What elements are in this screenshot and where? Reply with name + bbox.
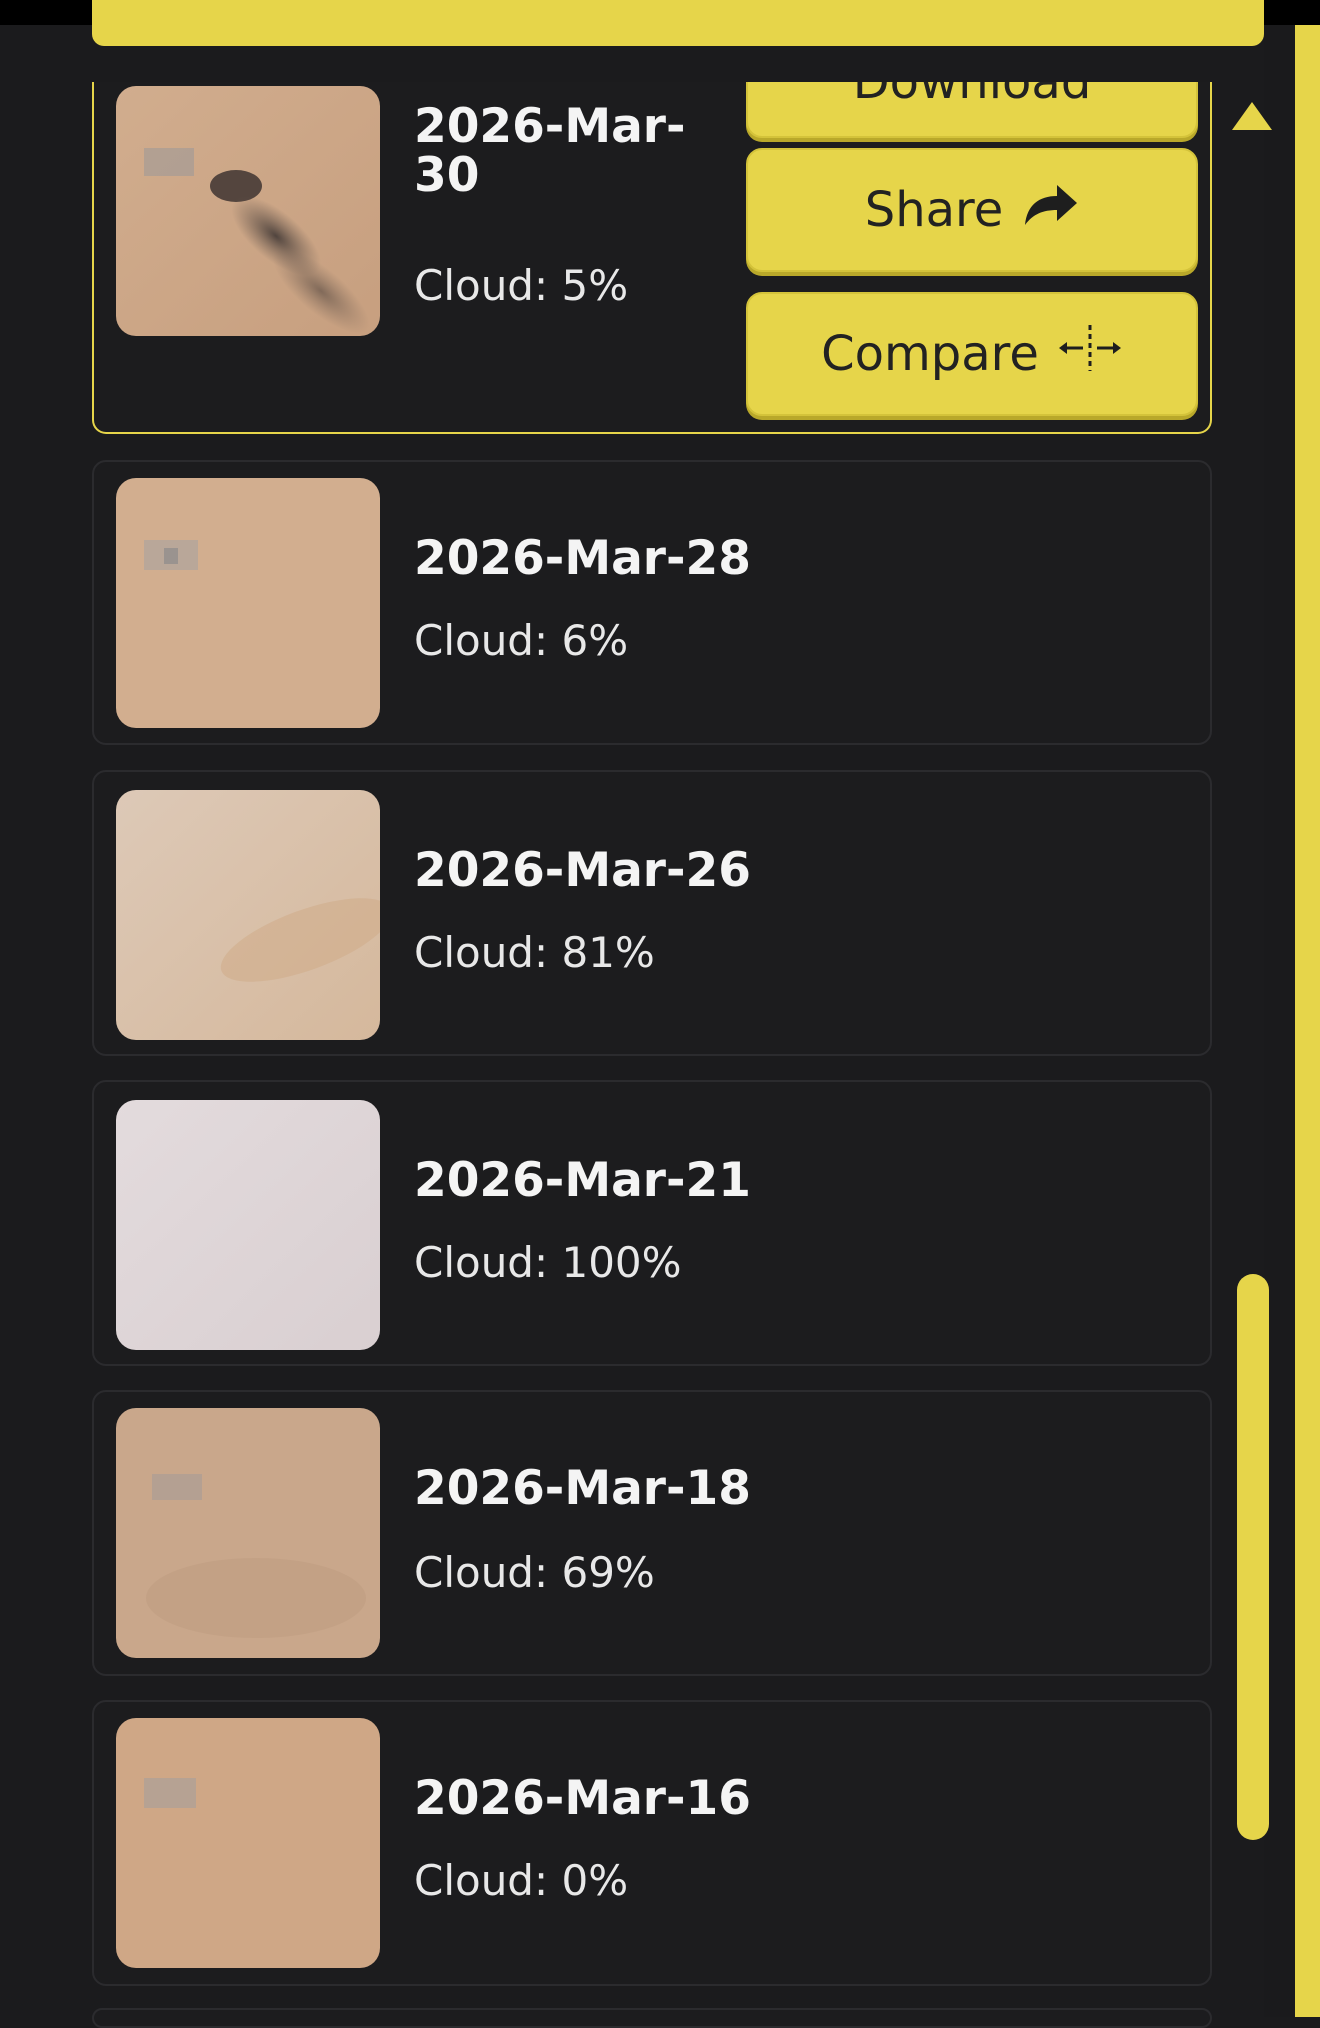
thumbnail-image xyxy=(116,1408,380,1658)
list-item[interactable]: 2026-Mar-16 Cloud: 0% xyxy=(92,1700,1212,1986)
thumbnail-image xyxy=(116,1718,380,1968)
panel-right-border xyxy=(1295,25,1320,2017)
item-cloud-cover: Cloud: 0% xyxy=(414,1856,629,1905)
share-button-label: Share xyxy=(864,182,1004,238)
list-item-selected[interactable]: 2026-Mar-30 Cloud: 5% Download Share Com… xyxy=(92,82,1212,434)
item-date: 2026-Mar-30 xyxy=(414,99,686,204)
item-cloud-cover: Cloud: 81% xyxy=(414,928,655,977)
scrollbar-thumb[interactable] xyxy=(1237,1274,1269,1840)
item-cloud-cover: Cloud: 100% xyxy=(414,1238,682,1287)
image-date-list: 2026-Mar-30 Cloud: 5% Download Share Com… xyxy=(92,82,1212,2017)
triangle-up-icon[interactable] xyxy=(1232,102,1272,130)
compare-button-label: Compare xyxy=(821,326,1039,382)
share-arrow-icon xyxy=(1021,181,1079,239)
item-cloud-cover: Cloud: 6% xyxy=(414,616,629,665)
list-item[interactable]: 2026-Mar-26 Cloud: 81% xyxy=(92,770,1212,1056)
thumbnail-image xyxy=(116,790,380,1040)
compare-button[interactable]: Compare xyxy=(746,292,1198,416)
thumbnail-image xyxy=(116,86,380,336)
share-button[interactable]: Share xyxy=(746,148,1198,272)
list-item[interactable] xyxy=(92,2008,1212,2028)
list-item[interactable]: 2026-Mar-18 Cloud: 69% xyxy=(92,1390,1212,1676)
download-button[interactable]: Download xyxy=(746,82,1198,138)
item-date: 2026-Mar-26 xyxy=(414,843,751,898)
thumbnail-image xyxy=(116,1100,380,1350)
download-button-label: Download xyxy=(852,82,1092,110)
item-date: 2026-Mar-28 xyxy=(414,531,751,586)
item-date: 2026-Mar-18 xyxy=(414,1461,751,1516)
list-item[interactable]: 2026-Mar-21 Cloud: 100% xyxy=(92,1080,1212,1366)
item-cloud-cover: Cloud: 69% xyxy=(414,1548,655,1597)
item-date: 2026-Mar-16 xyxy=(414,1771,751,1826)
item-date: 2026-Mar-21 xyxy=(414,1153,751,1208)
item-cloud-cover: Cloud: 5% xyxy=(414,261,629,310)
list-item[interactable]: 2026-Mar-28 Cloud: 6% xyxy=(92,460,1212,745)
thumbnail-image xyxy=(116,478,380,728)
panel-header-accent xyxy=(92,0,1264,46)
compare-split-icon xyxy=(1057,323,1123,385)
